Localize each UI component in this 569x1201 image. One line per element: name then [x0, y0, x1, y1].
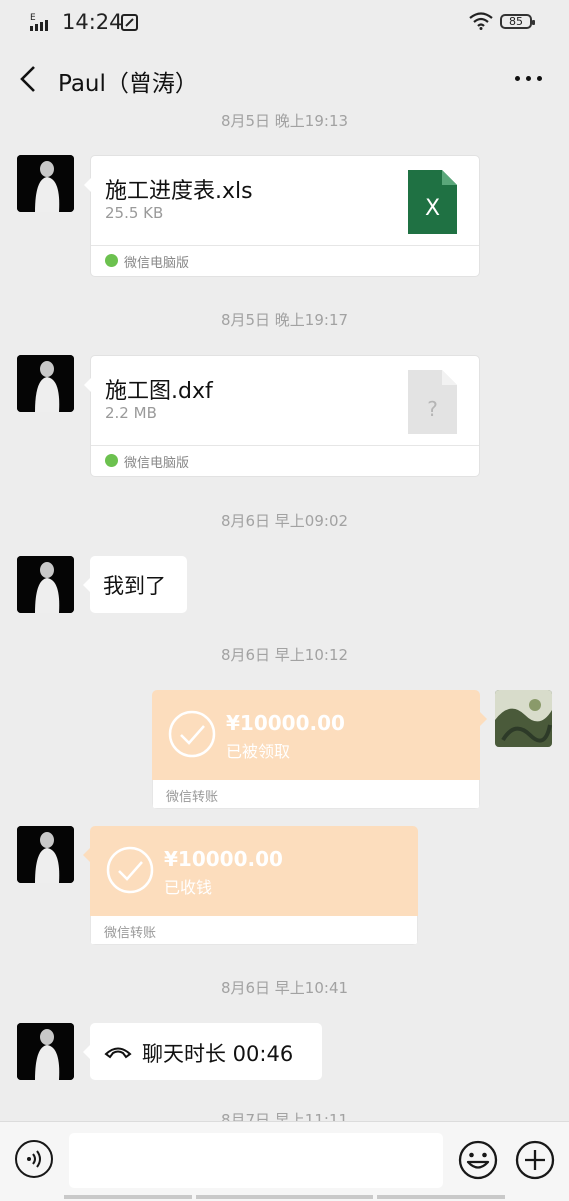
file-size: 25.5 KB	[105, 204, 164, 222]
timestamp: 8月6日 早上09:02	[220, 512, 349, 530]
bubble-tail	[83, 848, 90, 862]
avatar[interactable]	[17, 1023, 74, 1080]
status-bar: E 14:24 85	[0, 0, 569, 44]
svg-text:?: ?	[427, 397, 438, 421]
transfer-amount: ¥10000.00	[226, 711, 345, 735]
my-avatar[interactable]	[495, 690, 552, 747]
timestamp: 8月5日 晚上19:13	[220, 112, 349, 130]
check-circle-icon	[168, 710, 216, 758]
file-source: 微信电脑版	[124, 456, 190, 471]
file-source-footer: 微信电脑版	[91, 445, 479, 476]
wechat-pc-icon	[105, 454, 118, 467]
svg-text:X: X	[425, 196, 440, 221]
transfer-label: 微信转账	[104, 926, 157, 941]
screenshot-notification-icon	[121, 14, 138, 31]
avatar[interactable]	[17, 355, 74, 412]
chat-area[interactable]: 8月5日 晚上19:13 施工进度表.xls 25.5 KB X 微信电脑版 8…	[0, 104, 569, 1122]
back-icon[interactable]	[18, 64, 40, 94]
transfer-status: 已收钱	[164, 878, 213, 897]
more-icon[interactable]	[512, 66, 546, 90]
transfer-label: 微信转账	[166, 790, 219, 805]
battery-level: 85	[509, 15, 523, 28]
phone-icon	[104, 1047, 132, 1059]
transfer-message-received[interactable]: ¥10000.00 已收钱 微信转账	[90, 826, 418, 945]
unknown-file-icon: ?	[408, 370, 457, 434]
file-message[interactable]: 施工进度表.xls 25.5 KB X 微信电脑版	[84, 155, 480, 277]
call-duration: 聊天时长 00:46	[142, 1042, 294, 1066]
file-size: 2.2 MB	[105, 404, 157, 422]
battery-icon: 85	[500, 14, 535, 29]
voice-icon[interactable]	[15, 1140, 53, 1178]
avatar[interactable]	[17, 155, 74, 212]
file-message[interactable]: 施工图.dxf 2.2 MB ? 微信电脑版	[84, 355, 480, 477]
bubble-tail	[480, 712, 487, 726]
avatar[interactable]	[17, 826, 74, 883]
call-record-message[interactable]: 聊天时长 00:46	[83, 1023, 322, 1080]
message-input[interactable]	[69, 1133, 443, 1188]
text-message[interactable]: 我到了	[83, 556, 187, 613]
svg-text:E: E	[30, 13, 36, 23]
nav-strip	[0, 1195, 569, 1200]
file-source: 微信电脑版	[124, 256, 190, 271]
emoji-icon[interactable]	[458, 1140, 498, 1180]
add-icon[interactable]	[515, 1140, 555, 1180]
file-name: 施工图.dxf	[105, 379, 213, 404]
file-source-footer: 微信电脑版	[91, 245, 479, 276]
wechat-pc-icon	[105, 254, 118, 267]
avatar[interactable]	[17, 556, 74, 613]
timestamp: 8月5日 晚上19:17	[220, 311, 349, 329]
clock: 14:24	[62, 10, 123, 34]
signal-icon: E	[30, 13, 48, 31]
timestamp: 8月6日 早上10:41	[220, 979, 349, 997]
transfer-amount: ¥10000.00	[164, 847, 283, 871]
transfer-status: 已被领取	[226, 742, 291, 761]
file-name: 施工进度表.xls	[105, 179, 253, 204]
transfer-message-sent[interactable]: ¥10000.00 已被领取 微信转账	[152, 690, 480, 809]
excel-file-icon: X	[408, 170, 457, 234]
check-circle-icon	[106, 846, 154, 894]
timestamp: 8月6日 早上10:12	[220, 646, 349, 664]
wifi-icon	[469, 12, 493, 30]
message-text: 我到了	[103, 574, 166, 598]
contact-name: Paul（曾涛）	[58, 71, 198, 97]
input-bar	[0, 1121, 569, 1201]
